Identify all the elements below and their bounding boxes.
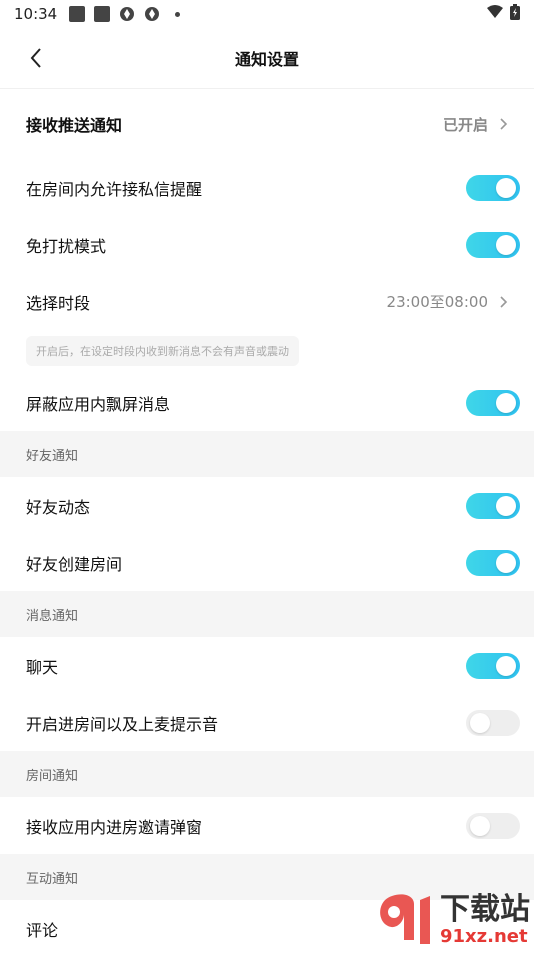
chat-label: 聊天	[26, 657, 59, 677]
notification-icon	[69, 6, 86, 22]
section-header-room: 房间通知	[0, 751, 534, 797]
enter-room-sound-label: 开启进房间以及上麦提示音	[26, 714, 219, 734]
friend-create-room-toggle[interactable]	[466, 549, 520, 576]
watermark: 下载站 91xz.net	[374, 890, 530, 950]
dnd-label: 免打扰模式	[26, 236, 107, 256]
room-private-msg-row: 在房间内允许接私信提醒	[0, 159, 534, 216]
room-invite-popup-label: 接收应用内进房邀请弹窗	[26, 817, 203, 837]
room-invite-popup-toggle[interactable]	[466, 812, 520, 839]
receive-push-label: 接收推送通知	[26, 116, 123, 135]
time-range-label: 选择时段	[26, 293, 91, 313]
friend-create-room-row: 好友创建房间	[0, 534, 534, 591]
time-range-row[interactable]: 选择时段 23:00至08:00	[0, 273, 534, 330]
dnd-hint: 开启后，在设定时段内收到新消息不会有声音或震动	[26, 336, 299, 366]
chevron-right-icon	[498, 295, 510, 308]
app-notification-icon	[144, 6, 160, 22]
app-notification-icon	[119, 6, 135, 22]
battery-icon	[510, 4, 520, 24]
dnd-hint-container: 开启后，在设定时段内收到新消息不会有声音或震动	[0, 330, 534, 374]
chevron-left-icon	[30, 48, 41, 68]
block-float-row: 屏蔽应用内飘屏消息	[0, 374, 534, 431]
status-time: 10:34	[14, 5, 58, 23]
section-header-friends: 好友通知	[0, 431, 534, 477]
block-float-toggle[interactable]	[466, 389, 520, 416]
chevron-right-icon	[498, 118, 510, 130]
watermark-logo-icon	[380, 894, 430, 944]
friend-activity-row: 好友动态	[0, 477, 534, 534]
chat-toggle[interactable]	[466, 652, 520, 679]
wifi-icon	[486, 5, 504, 23]
receive-push-row[interactable]: 接收推送通知 已开启	[0, 89, 534, 159]
enter-room-sound-row: 开启进房间以及上麦提示音	[0, 694, 534, 751]
more-notifications-dot-icon	[169, 6, 185, 22]
time-range-value: 23:00至08:00	[386, 293, 488, 311]
back-button[interactable]	[22, 44, 50, 72]
room-private-msg-toggle[interactable]	[466, 174, 520, 201]
section-header-messages: 消息通知	[0, 591, 534, 637]
chat-row: 聊天	[0, 637, 534, 694]
watermark-en: 91xz.net	[440, 926, 528, 947]
friend-activity-toggle[interactable]	[466, 492, 520, 519]
watermark-cn: 下载站	[440, 892, 530, 927]
header: 通知设置	[0, 28, 534, 89]
friend-activity-label: 好友动态	[26, 497, 91, 517]
friend-create-room-label: 好友创建房间	[26, 554, 123, 574]
page-title: 通知设置	[234, 50, 299, 69]
room-private-msg-label: 在房间内允许接私信提醒	[26, 179, 203, 199]
notification-icon	[94, 6, 111, 22]
dnd-toggle[interactable]	[466, 231, 520, 258]
enter-room-sound-toggle[interactable]	[466, 709, 520, 736]
block-float-label: 屏蔽应用内飘屏消息	[26, 394, 171, 414]
receive-push-status: 已开启	[442, 115, 488, 134]
dnd-row: 免打扰模式	[0, 216, 534, 273]
status-bar: 10:34	[0, 0, 534, 28]
room-invite-popup-row: 接收应用内进房邀请弹窗	[0, 797, 534, 854]
